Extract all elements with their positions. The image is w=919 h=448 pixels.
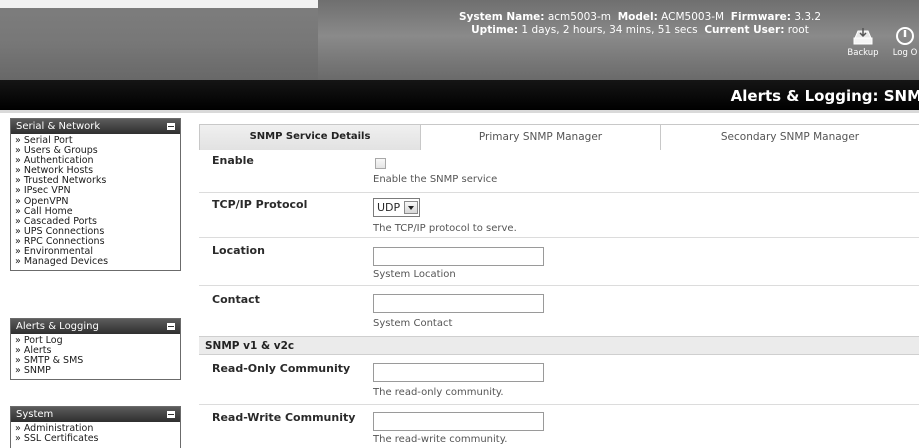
read-only-community-input[interactable] <box>373 363 544 382</box>
form-row-read-write-community: Read-Write Community The read-write comm… <box>199 404 919 448</box>
sidebar-heading-label: Alerts & Logging <box>16 321 99 332</box>
collapse-icon[interactable] <box>167 411 175 418</box>
tcp-protocol-help: The TCP/IP protocol to serve. <box>373 223 517 234</box>
tab-primary-snmp-manager[interactable]: Primary SNMP Manager <box>421 124 661 150</box>
header-bar: System Name: acm5003-m Model: ACM5003-M … <box>0 0 919 80</box>
sidebar-list-system: » Administration » SSL Certificates <box>11 422 180 447</box>
page-title: Alerts & Logging: SNMP <box>730 87 919 105</box>
uptime-label: Uptime: <box>471 24 519 36</box>
logout-button[interactable]: Log O <box>885 26 919 58</box>
sidebar-list-alerts-logging: » Port Log » Alerts » SMTP & SMS » SNMP <box>11 334 180 379</box>
sidebar-serial-network: Serial & Network » Serial Port » Users &… <box>10 118 181 272</box>
model-label: Model: <box>617 11 658 23</box>
tab-bar: SNMP Service Details Primary SNMP Manage… <box>199 124 919 150</box>
read-write-community-label: Read-Write Community <box>212 411 356 424</box>
sidebar-alerts-logging: Alerts & Logging » Port Log » Alerts » S… <box>10 318 181 381</box>
sidebar-heading-label: Serial & Network <box>16 121 101 132</box>
backup-icon <box>853 28 873 45</box>
sidebar-heading-alerts-logging[interactable]: Alerts & Logging <box>11 319 180 334</box>
power-icon <box>896 27 914 45</box>
sidebar-heading-label: System <box>16 409 54 420</box>
tcp-protocol-select[interactable]: UDP <box>373 198 421 217</box>
sidebar-item-snmp[interactable]: » SNMP <box>15 366 176 376</box>
sidebar-list-serial-network: » Serial Port » Users & Groups » Authent… <box>11 134 180 270</box>
current-user-value: root <box>787 24 809 36</box>
section-label: SNMP v1 & v2c <box>205 340 295 352</box>
read-only-community-label: Read-Only Community <box>212 362 351 375</box>
form-row-contact: Contact System Contact <box>199 285 919 336</box>
tcp-protocol-value: UDP <box>377 201 401 214</box>
system-info-line-1: System Name: acm5003-m Model: ACM5003-M … <box>440 11 840 24</box>
logout-label: Log O <box>892 48 918 58</box>
read-only-community-help: The read-only community. <box>373 387 504 398</box>
tab-snmp-service-details[interactable]: SNMP Service Details <box>199 124 421 150</box>
system-info-line-2: Uptime: 1 days, 2 hours, 34 mins, 51 sec… <box>440 24 840 37</box>
model-value: ACM5003-M <box>661 11 725 23</box>
logo-area <box>0 0 318 80</box>
system-info: System Name: acm5003-m Model: ACM5003-M … <box>440 11 840 37</box>
uptime-value: 1 days, 2 hours, 34 mins, 51 secs <box>521 24 698 36</box>
location-help: System Location <box>373 269 456 280</box>
firmware-label: Firmware: <box>730 11 791 23</box>
title-bar: Alerts & Logging: SNMP <box>0 80 919 110</box>
tab-secondary-snmp-manager[interactable]: Secondary SNMP Manager <box>661 124 919 150</box>
collapse-icon[interactable] <box>167 323 175 330</box>
enable-checkbox[interactable] <box>375 158 386 169</box>
backup-label: Backup <box>847 48 879 58</box>
form-row-location: Location System Location <box>199 237 919 285</box>
sidebar-heading-system[interactable]: System <box>11 407 180 422</box>
form-row-tcp-protocol: TCP/IP Protocol UDP The TCP/IP protocol … <box>199 192 919 237</box>
firmware-value: 3.3.2 <box>794 11 822 23</box>
contact-help: System Contact <box>373 318 453 329</box>
form-row-enable: Enable Enable the SNMP service <box>199 150 919 192</box>
backup-button[interactable]: Backup <box>843 26 883 58</box>
contact-input[interactable] <box>373 294 544 313</box>
tcp-protocol-label: TCP/IP Protocol <box>212 198 308 211</box>
system-name-label: System Name: <box>458 11 545 23</box>
header-top-strip <box>0 0 318 8</box>
read-write-community-help: The read-write community. <box>373 434 508 445</box>
form-row-read-only-community: Read-Only Community The read-only commun… <box>199 355 919 404</box>
enable-label: Enable <box>212 154 254 167</box>
sidebar-item-ssl-certificates[interactable]: » SSL Certificates <box>15 433 176 444</box>
sidebar-item-managed-devices[interactable]: » Managed Devices <box>15 257 176 267</box>
contact-label: Contact <box>212 293 260 306</box>
collapse-icon[interactable] <box>167 123 175 130</box>
enable-help: Enable the SNMP service <box>373 174 498 185</box>
section-header-snmp-v1-v2c: SNMP v1 & v2c <box>199 336 919 355</box>
location-label: Location <box>212 244 265 257</box>
chevron-down-icon <box>404 201 419 214</box>
sidebar-system: System » Administration » SSL Certificat… <box>10 406 181 448</box>
location-input[interactable] <box>373 247 544 266</box>
read-write-community-input[interactable] <box>373 412 544 431</box>
title-bar-divider <box>0 110 919 113</box>
sidebar-heading-serial-network[interactable]: Serial & Network <box>11 119 180 134</box>
current-user-label: Current User: <box>704 24 785 36</box>
system-name-value: acm5003-m <box>547 11 611 23</box>
